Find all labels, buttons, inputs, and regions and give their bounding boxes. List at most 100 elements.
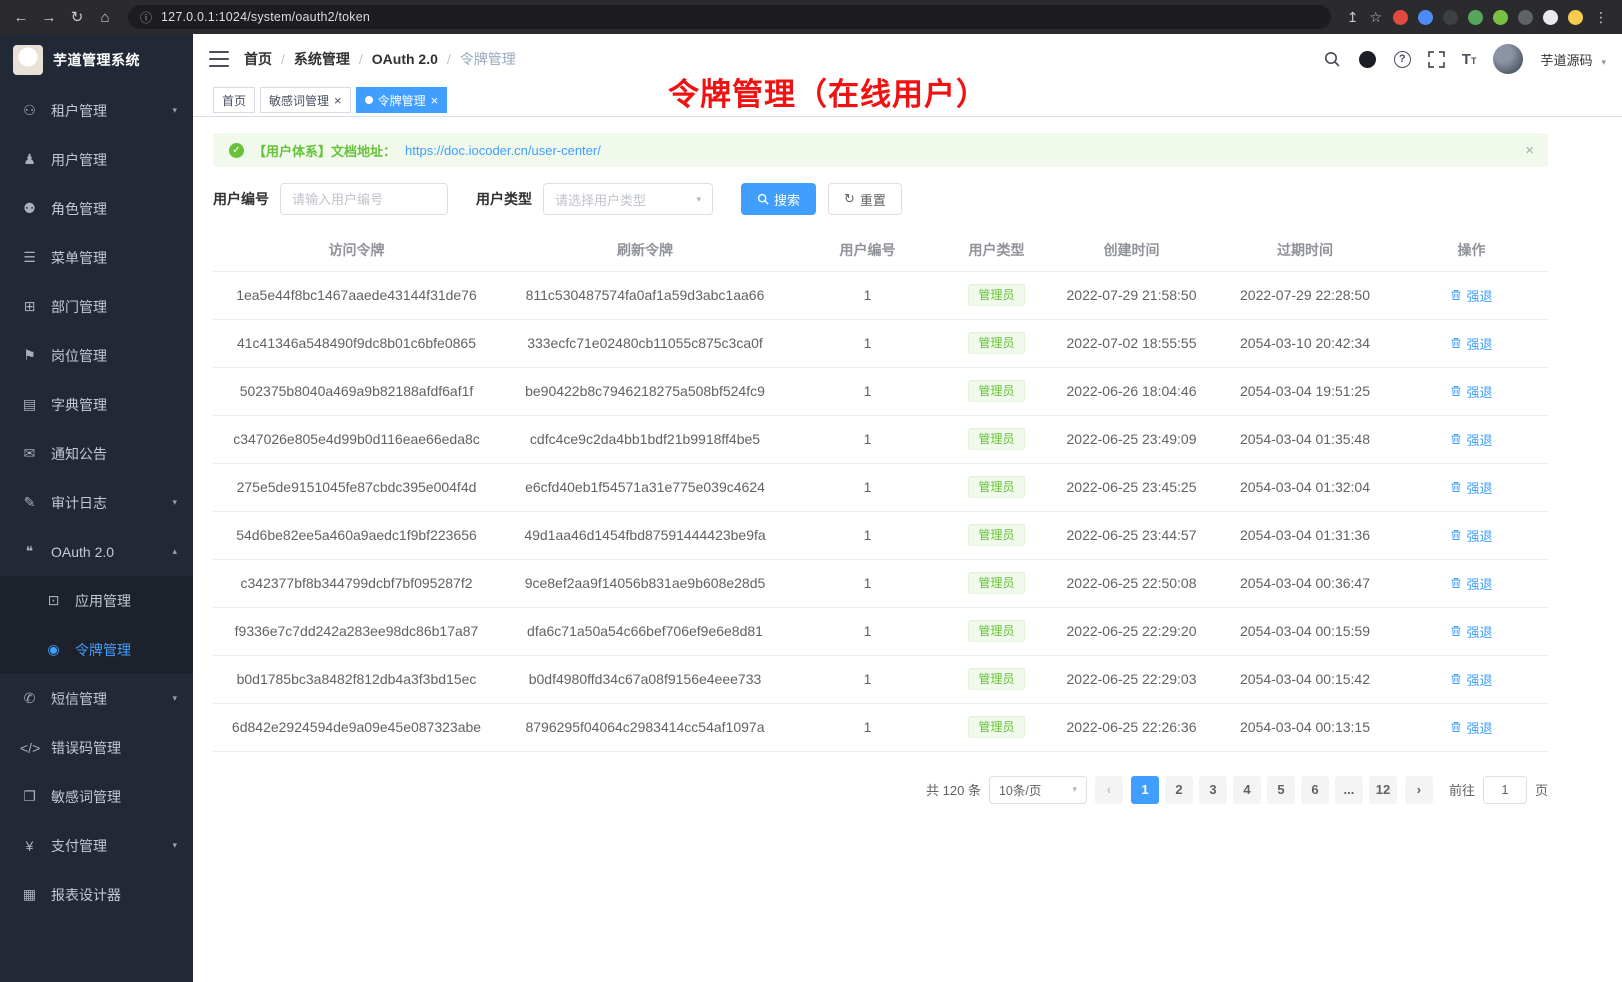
- force-logout-button[interactable]: 强退: [1450, 478, 1492, 497]
- force-logout-button[interactable]: 强退: [1450, 670, 1492, 689]
- font-size-icon[interactable]: TT: [1462, 52, 1477, 67]
- action-cell: 强退: [1395, 703, 1548, 751]
- sidebar-item-15[interactable]: ❐敏感词管理: [0, 772, 193, 821]
- username[interactable]: 芋道源码: [1540, 50, 1592, 69]
- tab-2[interactable]: 敏感词管理×: [260, 87, 351, 113]
- extension-lightgreen-icon[interactable]: [1493, 10, 1508, 25]
- expire-time-cell: 2054-03-04 01:32:04: [1215, 463, 1395, 511]
- logo-avatar: [13, 45, 43, 75]
- sidebar-item-16[interactable]: ¥支付管理▾: [0, 821, 193, 870]
- force-logout-button[interactable]: 强退: [1450, 622, 1492, 641]
- back-icon[interactable]: ←: [8, 4, 34, 30]
- sidebar-item-10[interactable]: ❝OAuth 2.0▴: [0, 527, 193, 576]
- create-time-cell: 2022-06-26 18:04:46: [1048, 367, 1215, 415]
- doc-link[interactable]: https://doc.iocoder.cn/user-center/: [405, 143, 601, 158]
- page-button-6[interactable]: 6: [1301, 776, 1329, 804]
- user-type-cell: 管理员: [945, 559, 1048, 607]
- sidebar-item-14[interactable]: </>错误码管理: [0, 723, 193, 772]
- token-table: 访问令牌刷新令牌用户编号用户类型创建时间过期时间操作 1ea5e44f8bc14…: [213, 229, 1548, 752]
- sidebar-item-9[interactable]: ✎审计日志▾: [0, 478, 193, 527]
- search-button-label: 搜索: [774, 190, 800, 209]
- breadcrumb-item[interactable]: 首页: [244, 49, 272, 69]
- share-icon[interactable]: ↥: [1347, 9, 1359, 26]
- force-logout-button[interactable]: 强退: [1450, 382, 1492, 401]
- extension-red-icon[interactable]: [1393, 10, 1408, 25]
- sidebar-item-label: 应用管理: [75, 591, 177, 611]
- tab-3[interactable]: 令牌管理×: [356, 87, 448, 113]
- prev-page-button[interactable]: ‹: [1095, 776, 1123, 804]
- page-button-1[interactable]: 1: [1131, 776, 1159, 804]
- home-icon[interactable]: ⌂: [92, 4, 118, 30]
- force-logout-button[interactable]: 强退: [1450, 334, 1492, 353]
- sidebar-item-13[interactable]: ✆短信管理▾: [0, 674, 193, 723]
- sidebar-item-label: 令牌管理: [75, 640, 177, 660]
- extension-green-icon[interactable]: [1468, 10, 1483, 25]
- extension-dark-icon[interactable]: [1443, 10, 1458, 25]
- page-button-5[interactable]: 5: [1267, 776, 1295, 804]
- sidebar-item-1[interactable]: ⚇租户管理▾: [0, 86, 193, 135]
- sidebar-item-3[interactable]: ⚉角色管理: [0, 184, 193, 233]
- help-icon[interactable]: ?: [1394, 51, 1411, 68]
- force-logout-button[interactable]: 强退: [1450, 286, 1492, 305]
- sidebar-item-17[interactable]: ▦报表设计器: [0, 870, 193, 919]
- app-logo[interactable]: 芋道管理系统: [0, 34, 193, 86]
- user-type-select[interactable]: 请选择用户类型 ▾: [543, 183, 713, 215]
- forward-icon[interactable]: →: [36, 4, 62, 30]
- refresh-token-cell: 49d1aa46d1454fbd87591444423be9fa: [500, 511, 790, 559]
- page-button-3[interactable]: 3: [1199, 776, 1227, 804]
- sidebar-item-12[interactable]: ◉令牌管理: [0, 625, 193, 674]
- user-avatar[interactable]: [1493, 44, 1523, 74]
- pagination: 共 120 条 10条/页 ▾ ‹ 123456...12 › 前往 页: [213, 776, 1548, 804]
- sidebar-item-2[interactable]: ♟用户管理: [0, 135, 193, 184]
- force-logout-button[interactable]: 强退: [1450, 430, 1492, 449]
- page-button-12[interactable]: 12: [1369, 776, 1397, 804]
- user-type-badge: 管理员: [968, 572, 1024, 594]
- sidebar-item-label: 报表设计器: [51, 885, 177, 905]
- tab-close-icon[interactable]: ×: [334, 94, 342, 107]
- address-bar[interactable]: ⓘ 127.0.0.1:1024/system/oauth2/token: [128, 5, 1331, 29]
- next-page-button[interactable]: ›: [1405, 776, 1433, 804]
- extension-contrast-icon[interactable]: [1543, 10, 1558, 25]
- search-button[interactable]: 搜索: [741, 183, 816, 215]
- breadcrumb-item[interactable]: 系统管理: [294, 49, 350, 69]
- chevron-down-icon: ▾: [1072, 784, 1077, 795]
- page-button-4[interactable]: 4: [1233, 776, 1261, 804]
- page-button-2[interactable]: 2: [1165, 776, 1193, 804]
- reset-button[interactable]: ↻ 重置: [828, 183, 902, 215]
- table-row: c347026e805e4d99b0d116eae66eda8ccdfc4ce9…: [213, 415, 1548, 463]
- force-logout-label: 强退: [1466, 286, 1492, 305]
- sidebar-item-8[interactable]: ✉通知公告: [0, 429, 193, 478]
- collapse-sidebar-icon[interactable]: [209, 51, 229, 67]
- main-panel: 首页/系统管理/OAuth 2.0/令牌管理 ? TT 芋道源码 ▾: [193, 34, 1622, 982]
- force-logout-button[interactable]: 强退: [1450, 574, 1492, 593]
- breadcrumb-item[interactable]: OAuth 2.0: [372, 51, 438, 67]
- fullscreen-icon[interactable]: [1428, 51, 1445, 68]
- tab-1[interactable]: 首页: [213, 87, 255, 113]
- tab-close-icon[interactable]: ×: [431, 94, 439, 107]
- search-icon[interactable]: [1323, 50, 1341, 68]
- reload-icon[interactable]: ↻: [64, 4, 90, 30]
- sidebar-item-4[interactable]: ☰菜单管理: [0, 233, 193, 282]
- force-logout-button[interactable]: 强退: [1450, 718, 1492, 737]
- user-id-input[interactable]: [280, 183, 448, 215]
- github-icon[interactable]: [1358, 50, 1377, 69]
- chevron-down-icon: ▾: [696, 194, 701, 205]
- goto-page-input[interactable]: [1483, 776, 1527, 804]
- browser-profile-avatar[interactable]: [1568, 10, 1583, 25]
- browser-menu-icon[interactable]: ⋮: [1594, 9, 1608, 26]
- extension-blue-icon[interactable]: [1418, 10, 1433, 25]
- create-time-cell: 2022-06-25 22:50:08: [1048, 559, 1215, 607]
- action-cell: 强退: [1395, 367, 1548, 415]
- alert-close-icon[interactable]: ×: [1525, 142, 1534, 159]
- app-title: 芋道管理系统: [53, 50, 140, 70]
- page-size-select[interactable]: 10条/页 ▾: [989, 776, 1087, 804]
- goto-page-suffix: 页: [1535, 780, 1548, 799]
- bookmark-star-icon[interactable]: ☆: [1369, 9, 1382, 26]
- sidebar-item-11[interactable]: ⊡应用管理: [0, 576, 193, 625]
- sidebar-item-6[interactable]: ⚑岗位管理: [0, 331, 193, 380]
- force-logout-button[interactable]: 强退: [1450, 526, 1492, 545]
- sidebar-item-7[interactable]: ▤字典管理: [0, 380, 193, 429]
- sidebar-item-5[interactable]: ⊞部门管理: [0, 282, 193, 331]
- site-info-icon[interactable]: ⓘ: [140, 9, 152, 26]
- extension-gray-icon[interactable]: [1518, 10, 1533, 25]
